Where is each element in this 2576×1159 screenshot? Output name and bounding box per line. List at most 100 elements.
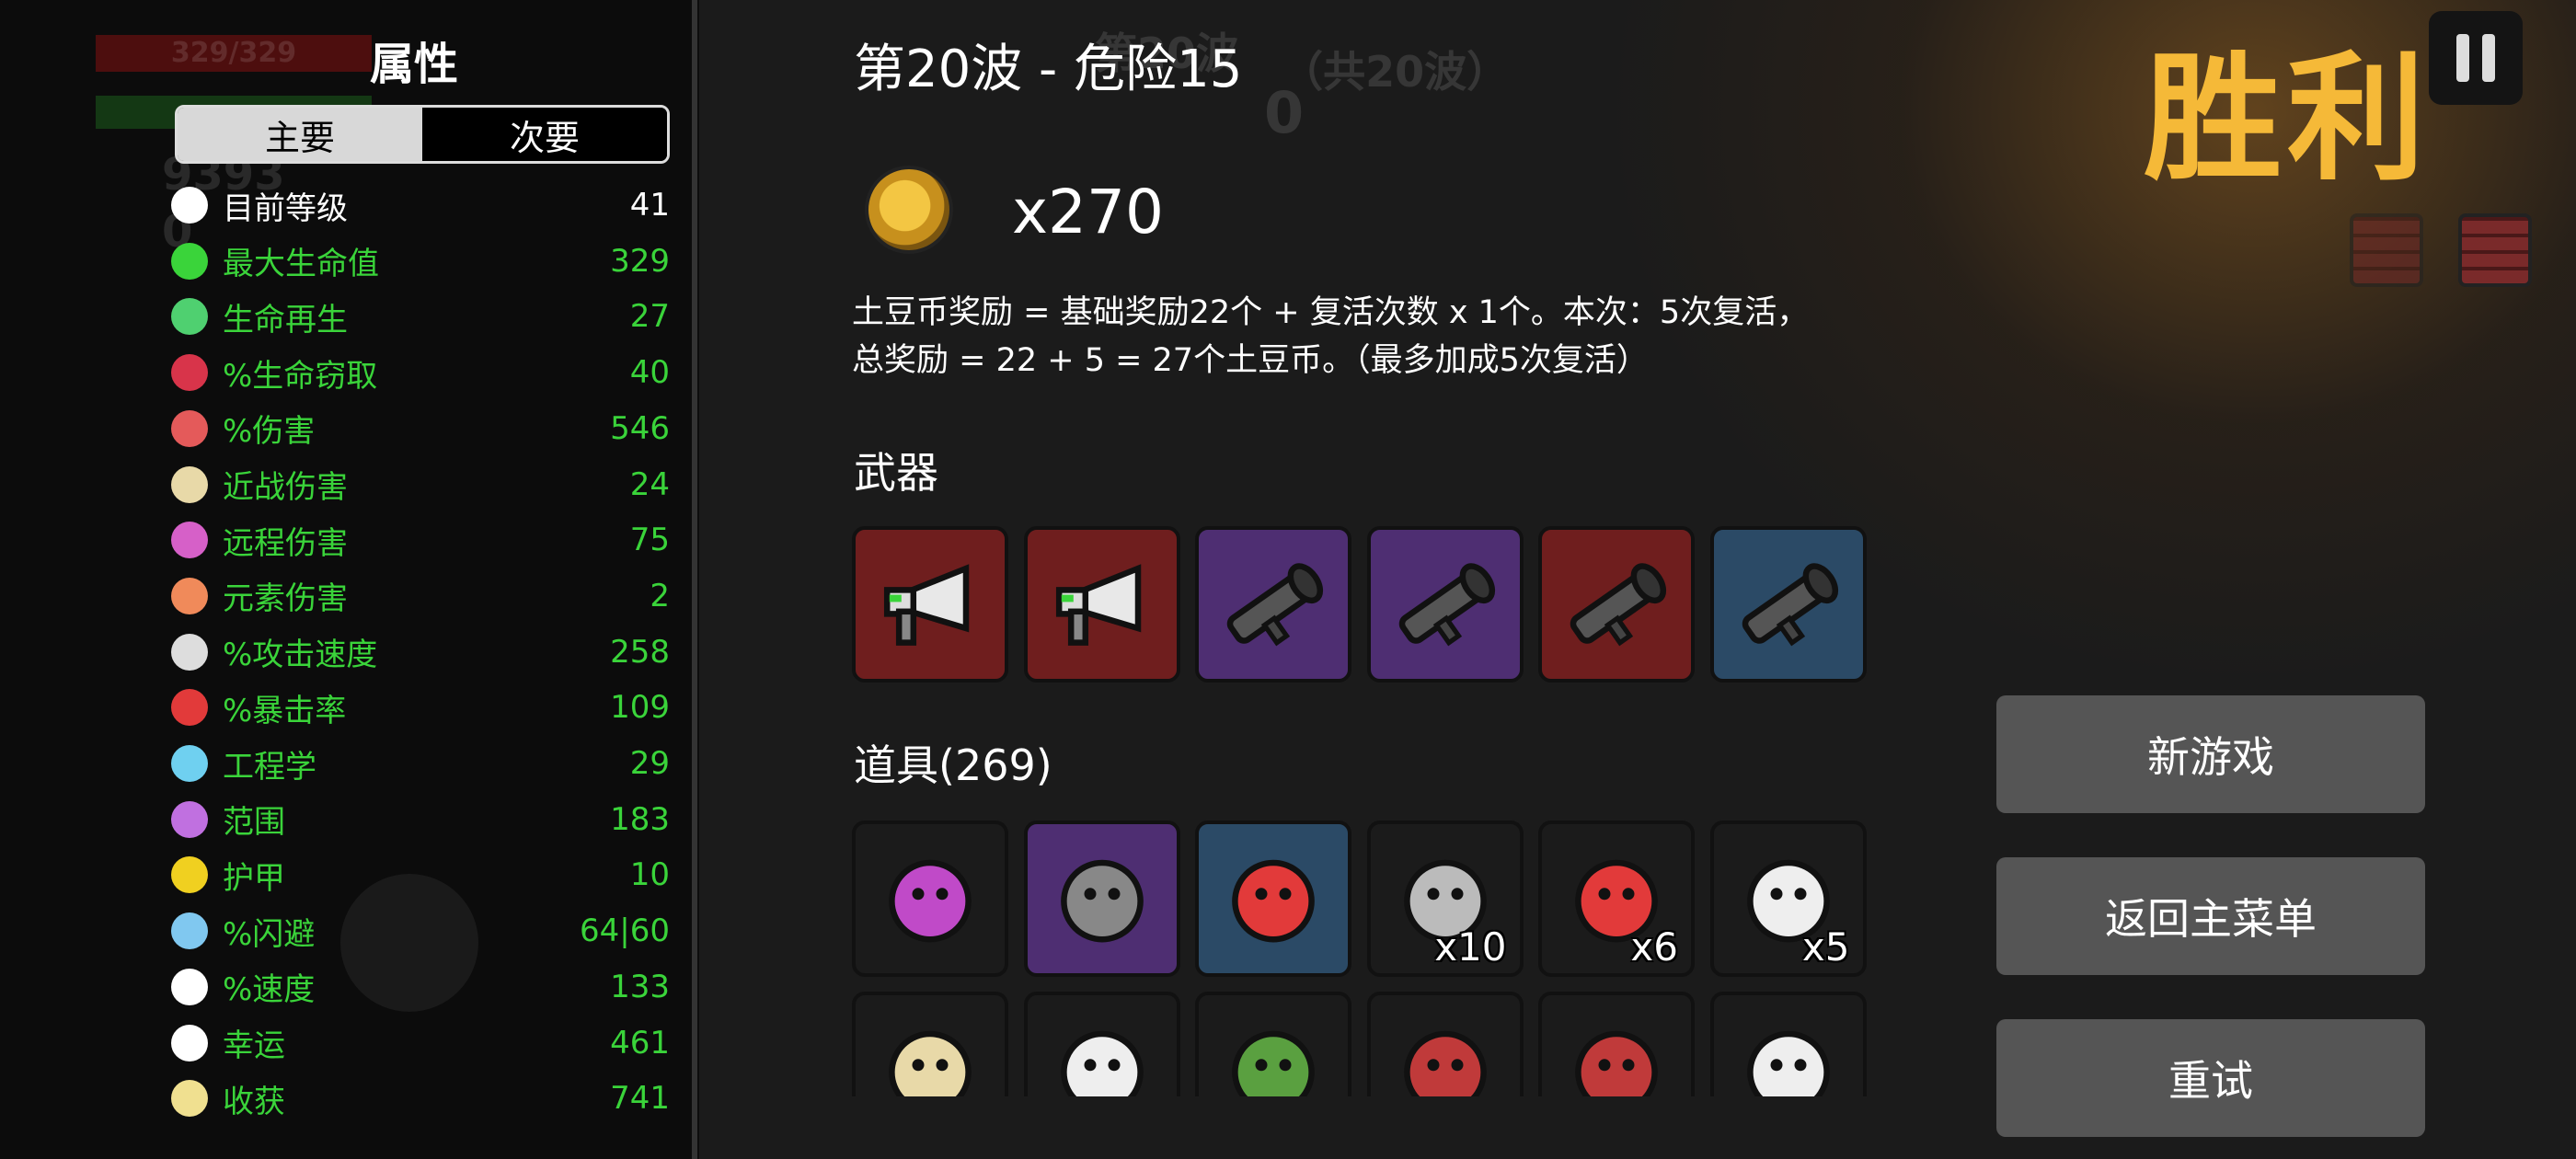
stat-value: 258 xyxy=(610,633,670,671)
stat-row[interactable]: 元素伤害 2 xyxy=(171,568,670,624)
stat-label: 收获 xyxy=(223,1083,285,1120)
pause-button[interactable] xyxy=(2429,11,2523,105)
stat-value: 40 xyxy=(629,354,670,392)
stat-value: 133 xyxy=(610,968,670,1005)
stat-row[interactable]: %闪避 64|60 xyxy=(171,903,670,958)
stat-label: 工程学 xyxy=(223,748,316,786)
stat-row[interactable]: 工程学 29 xyxy=(171,736,670,791)
stat-label: %速度 xyxy=(223,971,316,1009)
crate-icon xyxy=(2350,213,2423,287)
reward-line-2: 总奖励 = 22 + 5 = 27个土豆币。（最多加成5次复活） xyxy=(852,342,1649,379)
stat-row[interactable]: 幸运 461 xyxy=(171,1016,670,1071)
stats-title: 属性 xyxy=(369,39,458,90)
stat-row[interactable]: %生命窃取 40 xyxy=(171,345,670,400)
item-quantity: x10 xyxy=(1434,924,1507,970)
melee-icon xyxy=(171,465,208,503)
weapons-title: 武器 xyxy=(854,448,938,498)
level-icon xyxy=(171,187,208,224)
damage-icon xyxy=(171,409,208,447)
stat-value: 10 xyxy=(629,856,670,894)
clown-face-item[interactable] xyxy=(1195,820,1351,977)
stat-label: %闪避 xyxy=(223,915,316,953)
stat-label: %攻击速度 xyxy=(223,637,378,674)
stat-row[interactable]: 生命再生 27 xyxy=(171,289,670,344)
stat-row[interactable]: %暴击率 109 xyxy=(171,680,670,735)
megaphone-weapon[interactable] xyxy=(1023,526,1180,683)
stat-value: 75 xyxy=(629,522,670,559)
flannel-shirt-item[interactable] xyxy=(1366,992,1524,1096)
stat-label: 护甲 xyxy=(223,859,285,897)
stat-value: 27 xyxy=(629,298,670,336)
luck-icon xyxy=(171,1024,208,1061)
crit-icon xyxy=(171,689,208,727)
item-quantity: x6 xyxy=(1630,924,1678,970)
rocket-launcher-weapon[interactable] xyxy=(1195,526,1351,683)
stat-value: 29 xyxy=(629,745,670,782)
regen-icon xyxy=(171,298,208,336)
new-game-button[interactable]: 新游戏 xyxy=(1996,695,2425,813)
spiky-shield-item[interactable] xyxy=(1023,820,1180,977)
megaphone-weapon[interactable] xyxy=(852,526,1008,683)
rocket-launcher-weapon[interactable] xyxy=(1366,526,1524,683)
stat-value: 183 xyxy=(610,800,670,838)
syringe-item[interactable]: x6 xyxy=(1538,820,1695,977)
heart-icon xyxy=(171,242,208,280)
armor-icon xyxy=(171,856,208,894)
stat-label: %暴击率 xyxy=(223,692,347,729)
main-menu-button[interactable]: 返回主菜单 xyxy=(1996,857,2425,975)
stat-value: 2 xyxy=(650,577,670,614)
speed-icon xyxy=(171,968,208,1005)
wave-title: 第20波 - 危险15 （共20波） xyxy=(854,28,1509,102)
stat-label: 远程伤害 xyxy=(223,524,348,562)
elemental-icon xyxy=(171,577,208,614)
stat-row[interactable]: 收获 741 xyxy=(171,1071,670,1126)
engineering-icon xyxy=(171,745,208,782)
bandaged-potato-item[interactable]: x5 xyxy=(1709,820,1867,977)
tab-primary-stats[interactable]: 主要 xyxy=(178,108,422,161)
rocket-launcher-weapon[interactable] xyxy=(1709,526,1867,683)
dynamite-item[interactable] xyxy=(1538,992,1695,1096)
stat-row[interactable]: %伤害 546 xyxy=(171,401,670,456)
stat-value: 741 xyxy=(610,1080,670,1118)
lifesteal-icon xyxy=(171,354,208,392)
ranged-icon xyxy=(171,522,208,559)
stat-label: %伤害 xyxy=(223,413,316,451)
tab-secondary-stats[interactable]: 次要 xyxy=(422,108,667,161)
stat-row[interactable]: 远程伤害 75 xyxy=(171,512,670,568)
harvest-icon xyxy=(171,1080,208,1118)
range-icon xyxy=(171,800,208,838)
coin-count: x270 xyxy=(1012,177,1165,247)
stat-value: 64|60 xyxy=(580,912,670,950)
coffee-cup-item[interactable] xyxy=(1709,992,1867,1096)
stat-value: 41 xyxy=(629,187,670,224)
items-title: 道具(269) xyxy=(854,740,1052,790)
lizard-item[interactable] xyxy=(1023,992,1180,1096)
stat-row[interactable]: %速度 133 xyxy=(171,959,670,1015)
dodge-icon xyxy=(171,912,208,950)
crate-icon xyxy=(2458,213,2532,287)
potato-coin-icon xyxy=(865,166,953,254)
stat-row[interactable]: %攻击速度 258 xyxy=(171,625,670,680)
stats-tab-switch: 主要 次要 xyxy=(175,105,670,164)
stat-label: 元素伤害 xyxy=(223,580,348,618)
stat-value: 109 xyxy=(610,689,670,727)
stat-label: 近战伤害 xyxy=(223,469,348,506)
tree-item[interactable] xyxy=(1195,992,1351,1096)
retry-button[interactable]: 重试 xyxy=(1996,1019,2425,1137)
pause-icon xyxy=(2456,34,2469,82)
stat-row[interactable]: 护甲 10 xyxy=(171,847,670,902)
stat-row[interactable]: 范围 183 xyxy=(171,792,670,847)
stat-label: 幸运 xyxy=(223,1027,285,1064)
stat-label: %生命窃取 xyxy=(223,357,378,395)
statue-item[interactable] xyxy=(852,820,1008,977)
stat-label: 最大生命值 xyxy=(223,246,379,283)
rocket-launcher-weapon[interactable] xyxy=(1538,526,1695,683)
stat-row[interactable]: 近战伤害 24 xyxy=(171,457,670,512)
stat-value: 461 xyxy=(610,1024,670,1061)
stat-value: 329 xyxy=(610,242,670,280)
treasure-map-item[interactable] xyxy=(852,992,1008,1096)
item-quantity: x5 xyxy=(1801,924,1850,970)
stat-row[interactable]: 最大生命值 329 xyxy=(171,234,670,289)
scythe-potion-item[interactable]: x10 xyxy=(1366,820,1524,977)
stat-row[interactable]: 目前等级 41 xyxy=(171,178,670,233)
